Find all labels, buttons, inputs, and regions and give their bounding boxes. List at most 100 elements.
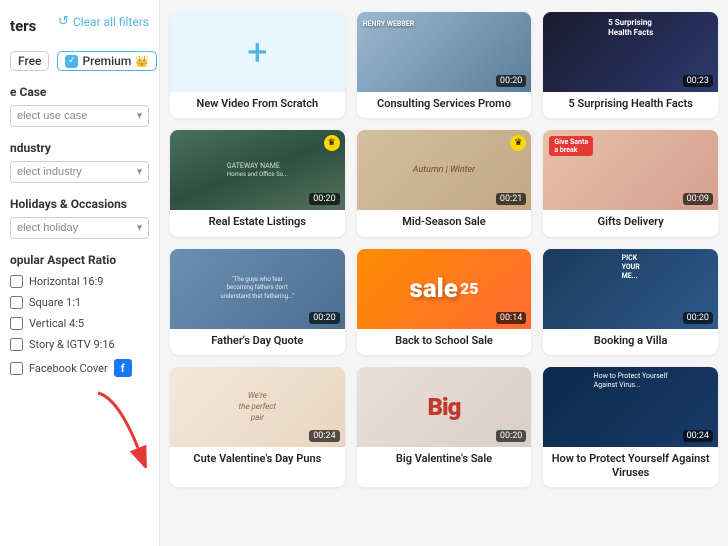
holidays-section: Holidays & Occasions elect holiday [10,197,149,239]
protect-duration: 00:24 [683,430,713,442]
premium-toggle[interactable]: ✓ Premium 👑 [57,51,157,71]
card-label-fathers: Father's Day Quote [170,329,345,355]
health-duration: 00:23 [683,75,713,87]
aspect-s916[interactable]: Story & IGTV 9:16 [10,338,149,351]
sale-number: 25 [460,279,479,298]
villa-duration: 00:20 [683,312,713,324]
video-grid: + New Video From Scratch HENRY WEBBER 00… [170,12,718,487]
real-estate-duration: 00:20 [309,193,339,205]
use-case-select-wrapper: elect use case [10,104,149,127]
crown-icon: 👑 [135,55,149,68]
card-thumb-fathers: "The guys who fearbecoming fathers don't… [170,249,345,329]
card-label-villa: Booking a Villa [543,329,718,355]
consulting-name-overlay: HENRY WEBBER [363,20,415,28]
plus-icon: + [247,34,267,70]
health-text: 5 SurprisingHealth Facts [608,18,653,37]
sidebar: ters ↺ Clear all filters Free ✓ Premium … [0,0,160,546]
aspect-ratio-section: opular Aspect Ratio Horizontal 16:9 Squa… [10,253,149,377]
aspect-h169-label: Horizontal 16:9 [29,275,103,288]
card-label-health: 5 Surprising Health Facts [543,92,718,118]
aspect-v45[interactable]: Vertical 4:5 [10,317,149,330]
card-thumb-new-video: + [170,12,345,92]
aspect-fb-checkbox[interactable] [10,362,23,375]
aspect-h169-checkbox[interactable] [10,275,23,288]
card-villa[interactable]: PICKYOURME... 00:20 Booking a Villa [543,249,718,355]
card-thumb-back-school: sale 25 00:14 [357,249,532,329]
card-gifts[interactable]: Give Santaa break 00:09 Gifts Delivery [543,130,718,236]
card-real-estate[interactable]: GATEWAY NAMEHomes and Office So... 00:20… [170,130,345,236]
aspect-fb[interactable]: Facebook Cover f [10,359,149,377]
card-label-back-school: Back to School Sale [357,329,532,355]
card-thumb-real-estate: GATEWAY NAMEHomes and Office So... 00:20… [170,130,345,210]
refresh-icon: ↺ [58,14,69,29]
free-label: Free [18,54,41,68]
aspect-s11[interactable]: Square 1:1 [10,296,149,309]
sale-text: sale [409,274,457,304]
card-health[interactable]: 5 SurprisingHealth Facts 00:23 5 Surpris… [543,12,718,118]
protect-text: How to Protect YourselfAgainst Virus... [594,372,668,390]
industry-label: ndustry [10,141,149,155]
card-thumb-big-val: Big 00:20 [357,367,532,447]
check-icon: ✓ [65,55,78,68]
card-thumb-protect: How to Protect YourselfAgainst Virus... … [543,367,718,447]
main-content: + New Video From Scratch HENRY WEBBER 00… [160,0,728,546]
use-case-section: e Case elect use case [10,85,149,127]
card-back-school[interactable]: sale 25 00:14 Back to School Sale [357,249,532,355]
use-case-select[interactable]: elect use case [10,105,149,127]
facebook-icon: f [114,359,132,377]
card-big-val[interactable]: Big 00:20 Big Valentine's Sale [357,367,532,488]
card-thumb-health: 5 SurprisingHealth Facts 00:23 [543,12,718,92]
clear-filters-button[interactable]: ↺ Clear all filters [58,14,149,29]
fathers-duration: 00:20 [309,312,339,324]
filter-toggles: Free ✓ Premium 👑 [10,51,149,71]
card-protect[interactable]: How to Protect YourselfAgainst Virus... … [543,367,718,488]
real-estate-overlay: GATEWAY NAMEHomes and Office So... [223,158,292,182]
aspect-v45-label: Vertical 4:5 [29,317,84,330]
aspect-fb-label: Facebook Cover [29,362,108,375]
aspect-s916-label: Story & IGTV 9:16 [29,338,115,351]
mid-season-duration: 00:21 [496,193,526,205]
card-thumb-gifts: Give Santaa break 00:09 [543,130,718,210]
card-cute-val[interactable]: We'rethe perfectpair 00:24 Cute Valentin… [170,367,345,488]
card-label-protect: How to Protect Yourself Against Viruses [543,447,718,488]
card-label-big-val: Big Valentine's Sale [357,447,532,473]
card-label-mid-season: Mid-Season Sale [357,210,532,236]
card-thumb-consulting: HENRY WEBBER 00:20 [357,12,532,92]
sidebar-title: ters [10,17,36,35]
card-fathers[interactable]: "The guys who fearbecoming fathers don't… [170,249,345,355]
holidays-select-wrapper: elect holiday [10,216,149,239]
aspect-h169[interactable]: Horizontal 16:9 [10,275,149,288]
aspect-s11-checkbox[interactable] [10,296,23,309]
real-estate-premium: ♛ [324,135,340,151]
industry-select[interactable]: elect industry [10,161,149,183]
card-new-video[interactable]: + New Video From Scratch [170,12,345,118]
big-val-duration: 00:20 [496,430,526,442]
card-thumb-villa: PICKYOURME... 00:20 [543,249,718,329]
free-toggle[interactable]: Free [10,51,49,71]
give-santa-badge: Give Santaa break [549,136,593,156]
villa-text: PICKYOURME... [622,254,640,281]
card-label-consulting: Consulting Services Promo [357,92,532,118]
new-video-thumb-inner: + [170,12,345,92]
card-label-real-estate: Real Estate Listings [170,210,345,236]
clear-filters-label: Clear all filters [73,15,149,29]
aspect-v45-checkbox[interactable] [10,317,23,330]
card-thumb-mid-season: Autumn | Winter 00:21 ♛ [357,130,532,210]
premium-label: Premium [82,54,131,68]
gifts-duration: 00:09 [683,193,713,205]
consulting-duration: 00:20 [496,75,526,87]
aspect-ratio-label: opular Aspect Ratio [10,253,149,267]
card-mid-season[interactable]: Autumn | Winter 00:21 ♛ Mid-Season Sale [357,130,532,236]
holidays-label: Holidays & Occasions [10,197,149,211]
use-case-label: e Case [10,85,149,99]
mid-season-text: Autumn | Winter [413,165,475,175]
card-label-new-video: New Video From Scratch [170,92,345,118]
industry-select-wrapper: elect industry [10,160,149,183]
cute-val-text: We'rethe perfectpair [239,390,276,424]
holidays-select[interactable]: elect holiday [10,217,149,239]
industry-section: ndustry elect industry [10,141,149,183]
card-label-gifts: Gifts Delivery [543,210,718,236]
card-consulting[interactable]: HENRY WEBBER 00:20 Consulting Services P… [357,12,532,118]
big-val-text: Big [428,393,461,421]
aspect-s916-checkbox[interactable] [10,338,23,351]
